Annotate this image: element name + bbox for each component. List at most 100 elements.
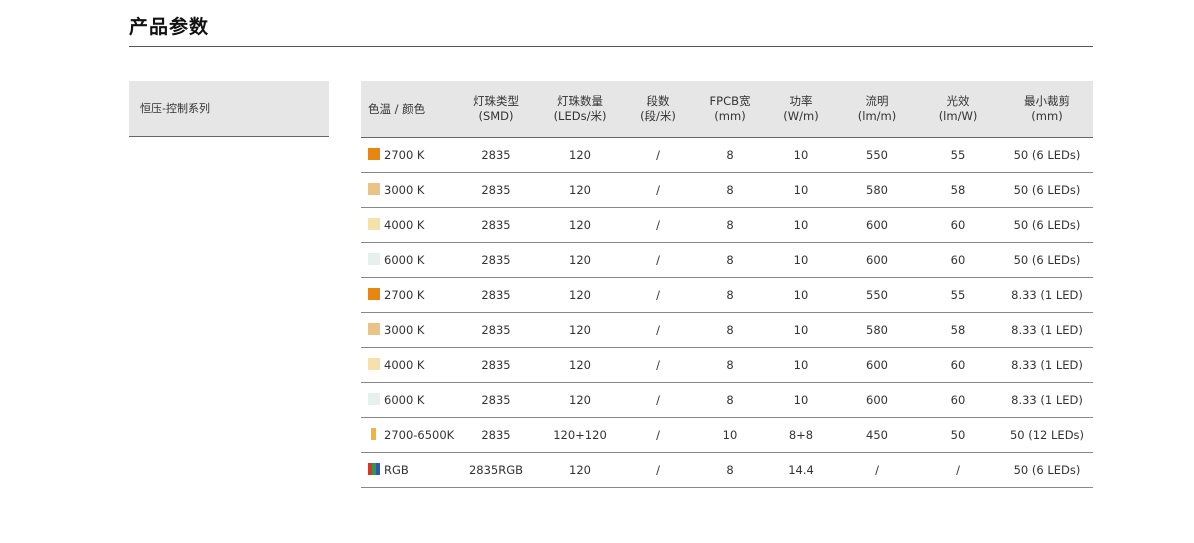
cell-segments: / [619, 312, 697, 348]
table-row: 6000 K 2835 120/8 10 600 60 8.33 (1 LED) [361, 382, 1093, 418]
color-swatch-icon [368, 148, 380, 160]
cell-smd: 2835 [451, 417, 541, 453]
color-label: 3000 K [384, 183, 425, 197]
header-unit: (mm) [1031, 109, 1063, 123]
cell-power: 10 [763, 242, 839, 278]
cell-segments: / [619, 382, 697, 418]
table-row: 4000 K 2835 120/8 10 600 60 50 (6 LEDs) [361, 207, 1093, 243]
cell-cut: 8.33 (1 LED) [1001, 382, 1093, 418]
color-swatch-icon [368, 323, 380, 335]
cell-efficacy: 60 [915, 242, 1001, 278]
cell-fpcb: 8 [697, 137, 763, 173]
cell-color: 4000 K [361, 347, 451, 383]
table-row: 3000 K 2835 120/8 10 580 58 8.33 (1 LED) [361, 312, 1093, 348]
table-header-row: 色温 / 颜色 灯珠类型 (SMD) 灯珠数量 (LEDs/米) 段数 (段/米) FPCB宽… [361, 81, 1093, 138]
cell-fpcb: 8 [697, 242, 763, 278]
series-label: 恒压-控制系列 [129, 81, 329, 137]
header-label: 最小裁剪 [1024, 94, 1070, 108]
header-label: 灯珠类型 [473, 94, 519, 108]
cell-leds: 120 [541, 277, 619, 313]
cell-fpcb: 8 [697, 207, 763, 243]
header-cut: 最小裁剪 (mm) [1001, 81, 1093, 138]
cell-cut: 8.33 (1 LED) [1001, 277, 1093, 313]
cell-leds: 120 [541, 312, 619, 348]
cell-lumen: 580 [839, 312, 915, 348]
cell-fpcb: 8 [697, 172, 763, 208]
cell-lumen: 600 [839, 207, 915, 243]
cell-segments: / [619, 137, 697, 173]
cell-cut: 8.33 (1 LED) [1001, 347, 1093, 383]
cell-color: 6000 K [361, 242, 451, 278]
header-fpcb: FPCB宽 (mm) [697, 81, 763, 138]
cell-segments: / [619, 417, 697, 453]
cell-color: 2700 K [361, 137, 451, 173]
table-row: 2700 K 2835 120/8 10 550 55 8.33 (1 LED) [361, 277, 1093, 313]
cell-smd: 2835 [451, 207, 541, 243]
cell-leds: 120 [541, 382, 619, 418]
cell-color: 2700 K [361, 277, 451, 313]
section-title: 产品参数 [129, 16, 210, 38]
cell-segments: / [619, 277, 697, 313]
cell-lumen: 550 [839, 277, 915, 313]
header-color: 色温 / 颜色 [361, 81, 451, 138]
table-row: RGB 2835RGB 120/8 14.4//50 (6 LEDs) [361, 452, 1093, 488]
color-swatch-icon [368, 183, 380, 195]
color-label: 4000 K [384, 358, 425, 372]
color-label: RGB [384, 463, 409, 477]
header-label: 光效 [946, 94, 970, 108]
header-label: 灯珠数量 [557, 94, 603, 108]
header-smd: 灯珠类型 (SMD) [451, 81, 541, 138]
cell-fpcb: 8 [697, 452, 763, 488]
color-swatch-icon [368, 358, 380, 370]
cell-cut: 50 (6 LEDs) [1001, 242, 1093, 278]
color-label: 4000 K [384, 218, 425, 232]
cell-color: 6000 K [361, 382, 451, 418]
cell-fpcb: 8 [697, 277, 763, 313]
cell-color: 4000 K [361, 207, 451, 243]
cell-smd: 2835 [451, 137, 541, 173]
color-swatch-icon [371, 428, 376, 440]
title-divider [129, 46, 1093, 47]
cell-leds: 120 [541, 242, 619, 278]
color-label: 2700 K [384, 288, 425, 302]
cell-leds: 120 [541, 452, 619, 488]
cell-segments: / [619, 207, 697, 243]
cell-fpcb: 8 [697, 382, 763, 418]
cell-smd: 2835RGB [451, 452, 541, 488]
cell-power: 10 [763, 382, 839, 418]
cell-cut: 50 (6 LEDs) [1001, 137, 1093, 173]
cell-smd: 2835 [451, 382, 541, 418]
cell-lumen: 580 [839, 172, 915, 208]
cell-segments: / [619, 242, 697, 278]
cell-smd: 2835 [451, 277, 541, 313]
cell-segments: / [619, 172, 697, 208]
cell-power: 14.4 [763, 452, 839, 488]
header-unit: (lm/W) [938, 109, 978, 123]
header-leds: 灯珠数量 (LEDs/米) [541, 81, 619, 138]
cell-lumen: 600 [839, 347, 915, 383]
header-label: 功率 [789, 94, 813, 108]
cell-lumen: 550 [839, 137, 915, 173]
cell-leds: 120 [541, 347, 619, 383]
cell-efficacy: / [915, 452, 1001, 488]
header-label: 流明 [865, 94, 889, 108]
cell-power: 10 [763, 277, 839, 313]
cell-leds: 120 [541, 172, 619, 208]
cell-leds: 120 [541, 137, 619, 173]
header-label: 色温 / 颜色 [368, 101, 426, 116]
cell-power: 8+8 [763, 417, 839, 453]
cell-efficacy: 60 [915, 382, 1001, 418]
header-unit: (mm) [714, 109, 746, 123]
cell-smd: 2835 [451, 172, 541, 208]
cell-lumen: 600 [839, 242, 915, 278]
cell-segments: / [619, 452, 697, 488]
cell-cut: 8.33 (1 LED) [1001, 312, 1093, 348]
cell-lumen: 600 [839, 382, 915, 418]
cell-color: 3000 K [361, 172, 451, 208]
cell-smd: 2835 [451, 347, 541, 383]
table-row: 6000 K 2835 120/8 10 600 60 50 (6 LEDs) [361, 242, 1093, 278]
header-unit: (段/米) [640, 109, 676, 123]
cell-segments: / [619, 347, 697, 383]
cell-efficacy: 58 [915, 172, 1001, 208]
color-swatch-icon [368, 393, 380, 405]
